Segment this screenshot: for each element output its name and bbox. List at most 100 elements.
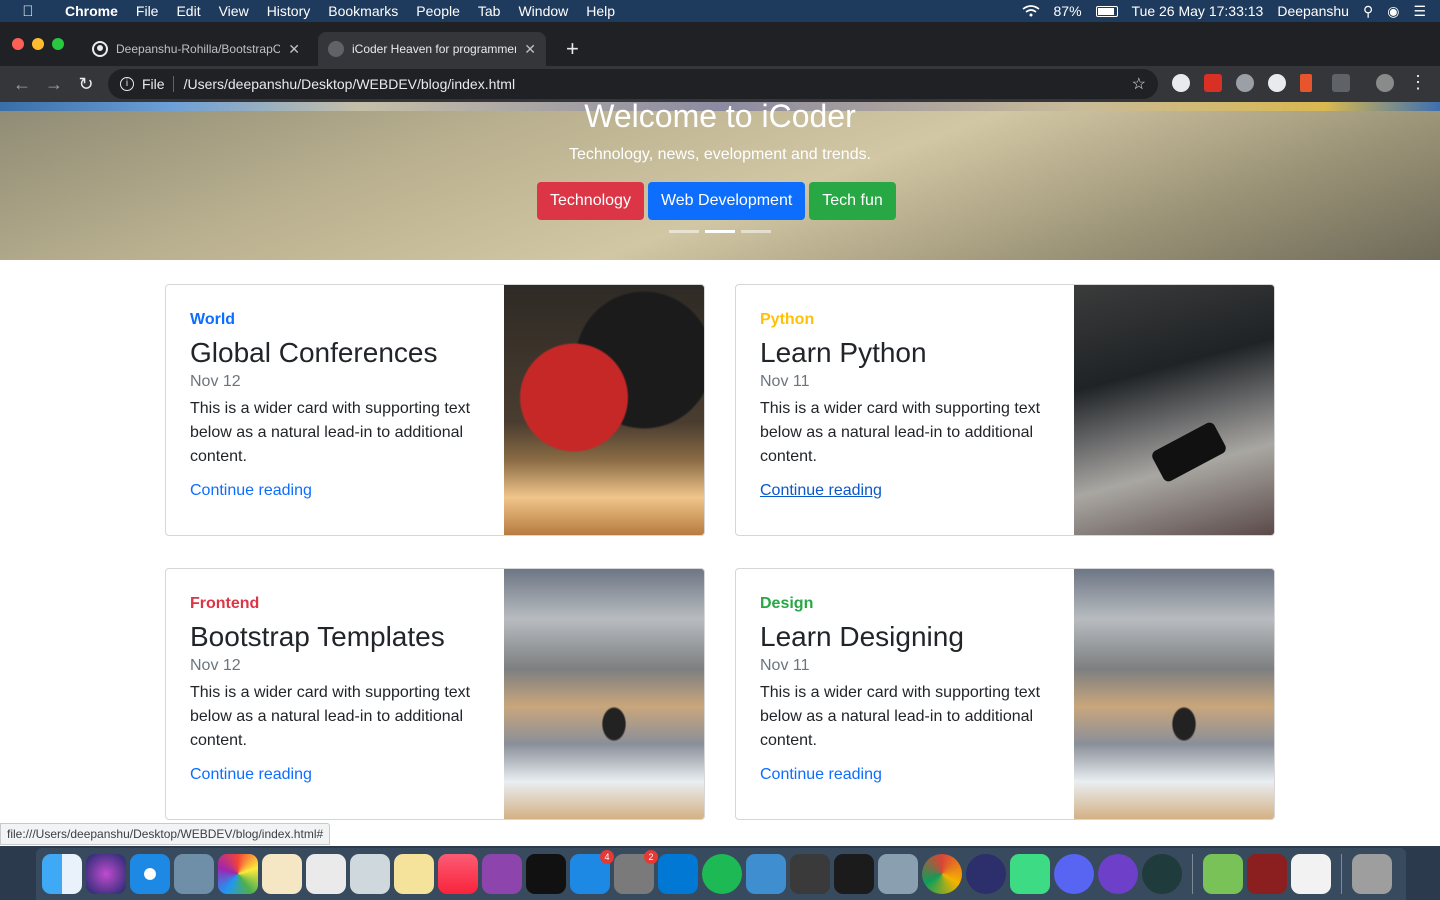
menu-window[interactable]: Window bbox=[509, 3, 577, 19]
continue-reading-link[interactable]: Continue reading bbox=[190, 482, 490, 500]
spotify-icon[interactable] bbox=[702, 854, 742, 894]
podcasts-icon[interactable] bbox=[482, 854, 522, 894]
notification-center-icon[interactable]: ☰ bbox=[1413, 3, 1426, 20]
siri-icon[interactable] bbox=[86, 854, 126, 894]
extension-icon[interactable] bbox=[1268, 74, 1286, 92]
menu-history[interactable]: History bbox=[258, 3, 320, 19]
card-image bbox=[504, 285, 704, 535]
textedit-icon[interactable] bbox=[1291, 854, 1331, 894]
menu-file[interactable]: File bbox=[127, 3, 168, 19]
carousel-indicator[interactable] bbox=[705, 230, 735, 233]
extension-icon[interactable] bbox=[1332, 74, 1350, 92]
eclipse-icon[interactable] bbox=[966, 854, 1006, 894]
status-bar-url: file:///Users/deepanshu/Desktop/WEBDEV/b… bbox=[0, 823, 331, 845]
pages-icon[interactable] bbox=[262, 854, 302, 894]
google-extension-icon[interactable] bbox=[1236, 74, 1254, 92]
apple-tv-icon[interactable] bbox=[526, 854, 566, 894]
menu-tab[interactable]: Tab bbox=[469, 3, 510, 19]
extension-icon[interactable] bbox=[1300, 74, 1312, 92]
web-development-button[interactable]: Web Development bbox=[647, 182, 806, 220]
apple-icon[interactable]:  bbox=[0, 3, 56, 20]
clock[interactable]: Tue 26 May 17:33:13 bbox=[1132, 3, 1264, 19]
spotlight-icon[interactable]: ⚲ bbox=[1363, 3, 1373, 20]
tech-fun-button[interactable]: Tech fun bbox=[809, 182, 896, 220]
battery-icon[interactable] bbox=[1095, 5, 1118, 17]
github-icon bbox=[92, 41, 108, 57]
menu-edit[interactable]: Edit bbox=[167, 3, 209, 19]
forward-button[interactable]: → bbox=[38, 74, 70, 95]
info-icon[interactable]: i bbox=[120, 77, 134, 91]
address-bar[interactable]: i File /Users/deepanshu/Desktop/WEBDEV/b… bbox=[108, 69, 1158, 99]
menu-app-name[interactable]: Chrome bbox=[56, 3, 127, 19]
close-tab-icon[interactable]: ✕ bbox=[524, 41, 536, 58]
terminal-icon[interactable] bbox=[834, 854, 874, 894]
vscode-icon[interactable] bbox=[658, 854, 698, 894]
menu-bookmarks[interactable]: Bookmarks bbox=[319, 3, 407, 19]
sublime-text-icon[interactable] bbox=[790, 854, 830, 894]
discord-icon[interactable] bbox=[1054, 854, 1094, 894]
carousel-indicator[interactable] bbox=[669, 230, 699, 233]
android-file-transfer-icon[interactable] bbox=[1203, 854, 1243, 894]
finder-icon[interactable] bbox=[42, 854, 82, 894]
card-image bbox=[1074, 569, 1274, 819]
new-tab-button[interactable]: + bbox=[566, 36, 579, 62]
safari-icon[interactable] bbox=[130, 854, 170, 894]
android-studio-icon[interactable] bbox=[1010, 854, 1050, 894]
minimize-window-button[interactable] bbox=[32, 38, 44, 50]
keynote-icon[interactable] bbox=[350, 854, 390, 894]
menu-view[interactable]: View bbox=[210, 3, 258, 19]
python-launcher-icon[interactable] bbox=[394, 854, 434, 894]
wifi-icon[interactable] bbox=[1022, 5, 1040, 17]
app-store-badge: 4 bbox=[600, 850, 614, 864]
menu-help[interactable]: Help bbox=[577, 3, 624, 19]
tab-title: iCoder Heaven for programmers bbox=[352, 42, 517, 56]
globe-icon bbox=[328, 41, 344, 57]
system-preferences-icon[interactable]: 2 bbox=[614, 850, 658, 894]
close-tab-icon[interactable]: ✕ bbox=[288, 41, 300, 58]
card-category: Python bbox=[760, 311, 815, 328]
card-image bbox=[504, 569, 704, 819]
chrome-icon[interactable] bbox=[922, 854, 962, 894]
github-extension-icon[interactable] bbox=[1172, 74, 1190, 92]
menu-people[interactable]: People bbox=[407, 3, 469, 19]
continue-reading-link[interactable]: Continue reading bbox=[760, 482, 1060, 500]
profile-avatar[interactable] bbox=[1376, 74, 1394, 92]
card-design: Design Learn Designing Nov 11 This is a … bbox=[735, 568, 1275, 820]
card-date: Nov 12 bbox=[190, 657, 241, 674]
gitkraken-icon[interactable] bbox=[1142, 854, 1182, 894]
music-icon[interactable] bbox=[438, 854, 478, 894]
card-frontend: Frontend Bootstrap Templates Nov 12 This… bbox=[165, 568, 705, 820]
zoom-window-button[interactable] bbox=[52, 38, 64, 50]
continue-reading-link[interactable]: Continue reading bbox=[760, 766, 1060, 784]
user-name[interactable]: Deepanshu bbox=[1277, 3, 1349, 19]
technology-button[interactable]: Technology bbox=[537, 182, 644, 220]
card-date: Nov 11 bbox=[760, 373, 810, 390]
github-desktop-icon[interactable] bbox=[1098, 854, 1138, 894]
trash-icon[interactable] bbox=[1352, 854, 1392, 894]
photos-icon[interactable] bbox=[218, 854, 258, 894]
url-text[interactable]: /Users/deepanshu/Desktop/WEBDEV/blog/ind… bbox=[184, 76, 516, 92]
url-scheme: File bbox=[142, 76, 174, 92]
bookmark-star-icon[interactable]: ☆ bbox=[1132, 74, 1146, 94]
dictionary-icon[interactable] bbox=[1247, 854, 1287, 894]
extension-icon[interactable] bbox=[1204, 74, 1222, 92]
preview-icon[interactable] bbox=[174, 854, 214, 894]
back-button[interactable]: ← bbox=[6, 74, 38, 95]
continue-reading-link[interactable]: Continue reading bbox=[190, 766, 490, 784]
tab-icoder[interactable]: iCoder Heaven for programmers ✕ bbox=[318, 32, 546, 66]
carousel-indicator[interactable] bbox=[741, 230, 771, 233]
xcode-icon[interactable] bbox=[746, 854, 786, 894]
numbers-icon[interactable] bbox=[306, 854, 346, 894]
card-text: This is a wider card with supporting tex… bbox=[760, 400, 1041, 465]
app-store-icon[interactable]: 4 bbox=[570, 850, 614, 894]
tab-github[interactable]: Deepanshu-Rohilla/BootstrapC ✕ bbox=[82, 32, 310, 66]
reload-button[interactable]: ↻ bbox=[70, 74, 102, 95]
hero-title: Welcome to iCoder bbox=[584, 102, 856, 134]
chrome-menu-icon[interactable]: ⋮ bbox=[1402, 72, 1434, 93]
close-window-button[interactable] bbox=[12, 38, 24, 50]
hero-carousel: Welcome to iCoder Technology, news, evel… bbox=[0, 102, 1440, 260]
siri-icon[interactable]: ◉ bbox=[1387, 3, 1399, 20]
card-category: World bbox=[190, 311, 236, 328]
battery-percent: 87% bbox=[1053, 3, 1082, 19]
image-capture-icon[interactable] bbox=[878, 854, 918, 894]
